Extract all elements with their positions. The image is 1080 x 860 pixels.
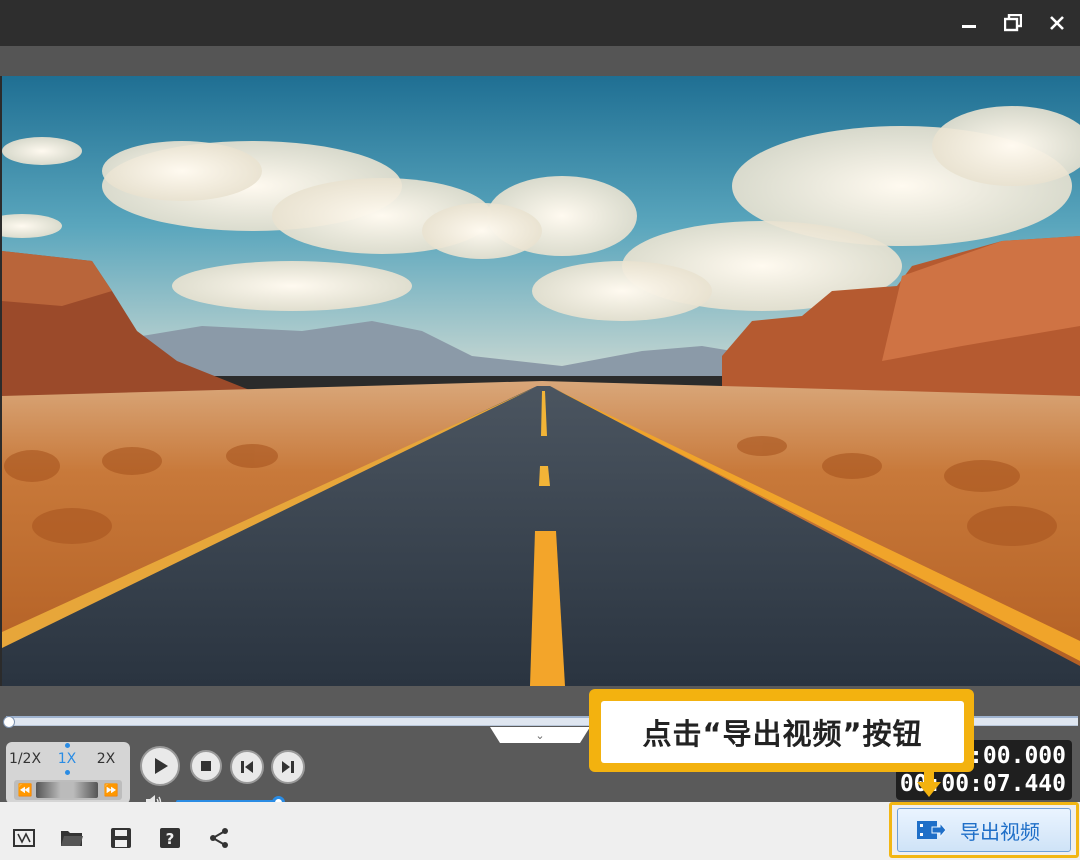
subtitle-button[interactable] (12, 826, 36, 850)
minimize-button[interactable] (952, 8, 986, 38)
restore-icon (1004, 14, 1022, 32)
video-preview[interactable] (2, 76, 1080, 686)
save-icon (111, 828, 131, 848)
export-video-button[interactable]: 导出视频 (897, 808, 1071, 852)
prev-frame-icon (241, 761, 253, 773)
subtitle-icon (13, 829, 35, 847)
close-icon (1050, 16, 1064, 30)
fast-forward-icon[interactable]: ⏩ (103, 782, 119, 798)
menu-strip (0, 46, 1080, 76)
help-button[interactable]: ? (158, 826, 182, 850)
jog-shuttle: ⏪ ⏩ (14, 780, 122, 800)
speed-indicator-top (65, 743, 70, 748)
stop-button[interactable] (190, 750, 222, 782)
prev-frame-button[interactable] (230, 750, 264, 784)
rewind-icon[interactable]: ⏪ (17, 782, 33, 798)
stop-icon (201, 761, 211, 771)
speed-2x-button[interactable]: 2X (90, 748, 122, 770)
export-video-label: 导出视频 (960, 819, 1040, 844)
title-bar (0, 0, 1080, 46)
play-button[interactable] (140, 746, 180, 786)
close-button[interactable] (1040, 8, 1074, 38)
chevron-down-icon: ⌄ (535, 728, 545, 742)
speed-1x-button[interactable]: 1X (52, 748, 82, 770)
collapse-toggle[interactable]: ⌄ (490, 727, 590, 743)
export-icon (917, 821, 946, 839)
callout-inner: 点击“导出视频”按钮 (601, 701, 964, 763)
speed-panel: 1/2X 1X 2X ⏪ ⏩ (6, 742, 130, 804)
speed-half-button[interactable]: 1/2X (6, 748, 44, 770)
video-frame-image (2, 76, 1080, 686)
next-frame-button[interactable] (271, 750, 305, 784)
folder-icon (61, 831, 83, 846)
share-icon (210, 828, 228, 848)
play-icon (155, 758, 168, 774)
callout-text: 点击“导出视频”按钮 (642, 717, 923, 751)
save-button[interactable] (109, 826, 133, 850)
speed-indicator-bottom (65, 770, 70, 775)
open-folder-button[interactable] (60, 826, 84, 850)
jog-wheel[interactable] (36, 782, 98, 798)
svg-text:?: ? (166, 830, 175, 848)
next-frame-icon (282, 761, 294, 773)
help-icon: ? (160, 828, 180, 848)
share-button[interactable] (207, 826, 231, 850)
restore-button[interactable] (996, 8, 1030, 38)
minimize-icon (962, 25, 976, 28)
callout-arrow-icon (917, 772, 941, 797)
seek-handle[interactable] (3, 716, 15, 728)
